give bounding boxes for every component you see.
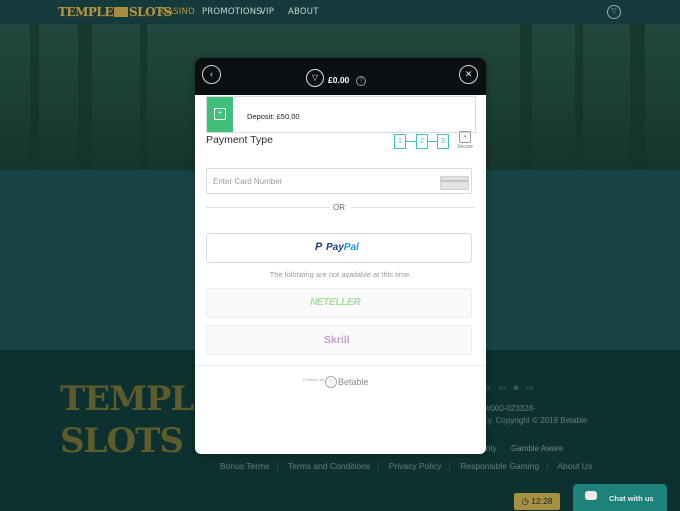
betable-logo-icon: ▽ [306, 69, 324, 87]
back-button[interactable]: ‹ [202, 65, 221, 84]
paypal-icon: P [315, 241, 323, 253]
betable-small-logo-icon: ▽ [325, 376, 337, 388]
powered-by-label: Powered by [303, 377, 325, 382]
chevron-left-icon: ‹ [210, 69, 213, 79]
card-number-input[interactable] [206, 168, 472, 194]
step-1: 1 [394, 134, 406, 149]
paypal-label: PayPal [326, 242, 359, 253]
neteller-label: NETELLER [310, 297, 361, 308]
paypal-button[interactable]: P PayPal [206, 233, 472, 263]
question-icon[interactable]: ? [356, 76, 366, 86]
balance-amount: £0.00 [328, 75, 350, 85]
secure-badge: ▪ Secure [456, 131, 474, 150]
neteller-button: NETELLER [206, 288, 472, 318]
skrill-button: Skrill [206, 325, 472, 355]
close-button[interactable]: ✕ [459, 65, 478, 84]
step-3: 3 [437, 134, 449, 149]
betable-brand: Betable [338, 377, 369, 387]
deposit-modal: ‹ ▽ £0.00 ? ✕ + Deposit: £50.00 Payment … [195, 58, 486, 454]
wallet-plus-icon: + [214, 108, 226, 120]
step-2: 2 [416, 134, 428, 149]
modal-divider [195, 365, 486, 366]
skrill-label: Skrill [324, 334, 350, 346]
modal-header: ‹ ▽ £0.00 ? ✕ [195, 58, 486, 95]
deposit-icon-panel: + [207, 97, 233, 132]
credit-card-icon [440, 176, 469, 190]
deposit-summary[interactable]: + Deposit: £50.00 [206, 96, 476, 133]
payment-type-title: Payment Type [206, 134, 273, 146]
unavailable-notice: The following are not available at this … [269, 270, 412, 279]
or-separator: OR [333, 203, 345, 212]
deposit-amount: Deposit: £50.00 [247, 112, 300, 121]
close-icon: ✕ [464, 69, 473, 79]
lock-icon: ▪ [459, 131, 471, 143]
